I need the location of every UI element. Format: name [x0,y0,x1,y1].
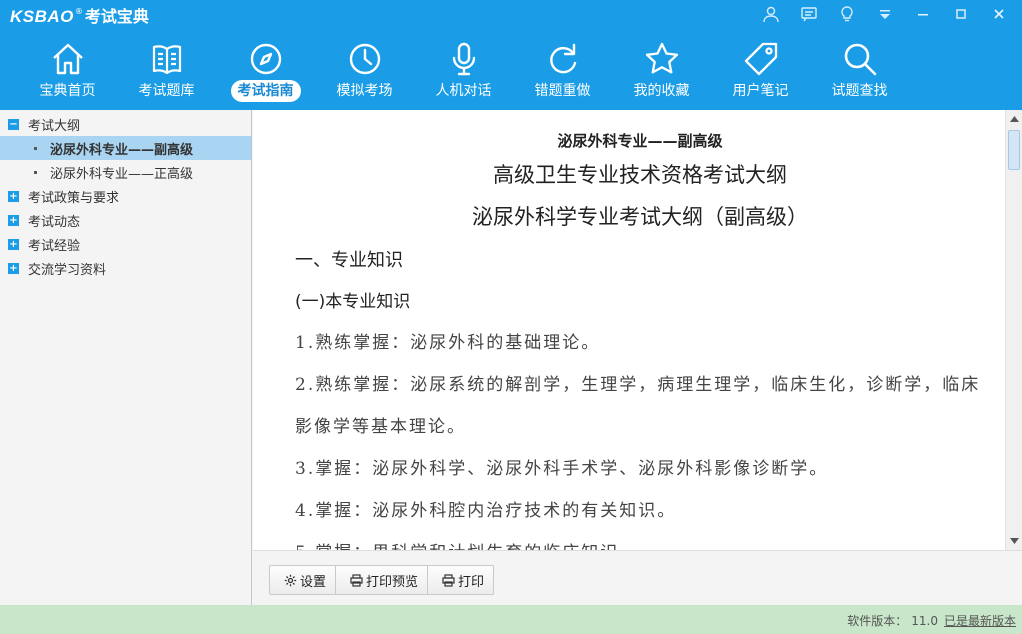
nav-home-label: 宝典首页 [39,83,96,99]
close-icon[interactable] [980,2,1018,26]
outline-item: 2.熟练掌握：泌尿系统的解剖学，生理学，病理生理学，临床生化，诊断学，临床影像学… [295,375,981,437]
window-controls [752,2,1018,26]
app-logo: KSBAO ® 考试宝典 [10,3,149,27]
app-header: KSBAO ® 考试宝典 宝典首页 考试题库 考试指南 模拟考场 人机对话 错题… [0,0,1022,110]
nav-question-bank-label: 考试题库 [138,83,195,99]
tree-item-associate-senior[interactable]: 泌尿外科专业——副高级 [0,136,251,160]
redo-icon [549,43,576,74]
outline-item: 3.掌握：泌尿外科学、泌尿外科手术学、泌尿外科影像诊断学。 [295,459,829,479]
tree-item-materials[interactable]: + 交流学习资料 [0,256,251,280]
tree-item-label: 交流学习资料 [28,262,107,278]
print-preview-button[interactable]: 打印预览 [336,566,429,594]
section-heading: 一、专业知识 [295,250,403,271]
tree-item-news[interactable]: + 考试动态 [0,208,251,232]
subsection-heading: (一)本专业知识 [295,292,411,312]
dropdown-icon[interactable] [866,2,904,26]
tree-item-experience[interactable]: + 考试经验 [0,232,251,256]
logo-text-cn: 考试宝典 [84,7,149,26]
document-title-secondary: 泌尿外科学专业考试大纲（副高级） [472,205,808,229]
nav-favorites[interactable]: 我的收藏 [612,38,711,106]
tree-item-exam-outline[interactable]: − 考试大纲 [0,112,251,136]
maximize-icon[interactable] [942,2,980,26]
document-viewer: 泌尿外科专业——副高级 高级卫生专业技术资格考试大纲 泌尿外科学专业考试大纲（副… [253,110,1022,550]
chevron-up-icon [1009,116,1019,122]
scroll-up-button[interactable] [1006,111,1022,127]
compass-icon [250,43,281,75]
expand-icon[interactable]: + [8,214,19,226]
scroll-thumb[interactable] [1008,130,1020,170]
printer-icon [442,573,455,587]
gear-icon [284,574,297,586]
nav-dialogue[interactable]: 人机对话 [414,38,513,106]
print-preview-label: 打印预览 [366,574,419,590]
nav-dialogue-label: 人机对话 [435,83,492,99]
tree-item-label: 考试大纲 [28,118,81,134]
status-bar: 软件版本： 11.0 已是最新版本 [0,605,1022,634]
microphone-icon [452,42,475,76]
tree-item-label: 考试政策与要求 [28,190,120,206]
version-info: 软件版本： 11.0 已是最新版本 [847,605,1016,634]
version-label: 软件版本： [847,614,908,628]
nav-redo-mistakes[interactable]: 错题重做 [513,38,612,106]
print-button[interactable]: 打印 [428,566,493,594]
settings-button[interactable]: 设置 [270,566,337,594]
nav-redo-mistakes-label: 错题重做 [534,83,591,99]
message-icon[interactable] [790,2,828,26]
bullet-icon [34,170,37,174]
bottom-toolbar: 设置 打印预览 打印 [253,550,1022,605]
clock-icon [349,43,380,75]
document-subtitle: 泌尿外科专业——副高级 [557,132,723,150]
print-label: 打印 [458,574,485,590]
nav-exam-guide-label: 考试指南 [230,80,301,102]
bullet-icon [34,146,37,150]
nav-search-questions-label: 试题查找 [831,83,888,99]
tag-icon [744,42,777,76]
vertical-scrollbar[interactable] [1005,110,1022,550]
nav-question-bank[interactable]: 考试题库 [117,38,216,106]
tree-item-label: 考试经验 [28,238,81,254]
tree-item-label: 泌尿外科专业——副高级 [50,142,194,158]
user-icon[interactable] [752,2,790,26]
home-icon [52,43,83,75]
tree-item-senior[interactable]: 泌尿外科专业——正高级 [0,160,251,184]
nav-favorites-label: 我的收藏 [633,83,690,99]
logo-registered-mark: ® [74,7,83,16]
sidebar-tree: − 考试大纲 泌尿外科专业——副高级 泌尿外科专业——正高级 + 考试政策与要求… [0,110,252,605]
nav-user-notes-label: 用户笔记 [732,83,789,99]
nav-exam-guide[interactable]: 考试指南 [216,38,315,106]
toolbar-button-group: 设置 打印预览 打印 [269,565,495,595]
tree-item-policy[interactable]: + 考试政策与要求 [0,184,251,208]
expand-icon[interactable]: + [8,262,19,274]
tree-item-label: 考试动态 [28,214,81,230]
outline-item: 5.掌握：男科学和计划生育的临床知识。 [295,532,985,550]
outline-item: 1.熟练掌握：泌尿外科的基础理论。 [295,333,601,353]
document-title: 高级卫生专业技术资格考试大纲 [493,163,787,187]
main-nav: 宝典首页 考试题库 考试指南 模拟考场 人机对话 错题重做 我的收藏 用户笔记 [18,38,909,106]
book-icon [152,45,181,75]
document-body: 泌尿外科专业——副高级 高级卫生专业技术资格考试大纲 泌尿外科学专业考试大纲（副… [295,128,985,550]
logo-text-en: KSBAO [10,7,74,26]
collapse-icon[interactable]: − [8,118,19,130]
nav-user-notes[interactable]: 用户笔记 [711,38,810,106]
bulb-icon[interactable] [828,2,866,26]
version-value: 11.0 [911,614,938,628]
nav-home[interactable]: 宝典首页 [18,38,117,106]
scroll-down-button[interactable] [1006,533,1022,549]
star-icon [645,42,678,74]
minimize-icon[interactable] [904,2,942,26]
chevron-down-icon [1009,538,1019,544]
printer-icon [350,573,363,587]
expand-icon[interactable]: + [8,190,19,202]
expand-icon[interactable]: + [8,238,19,250]
nav-mock-exam-label: 模拟考场 [336,83,393,99]
search-icon [844,43,876,76]
nav-search-questions[interactable]: 试题查找 [810,38,909,106]
nav-mock-exam[interactable]: 模拟考场 [315,38,414,106]
tree-item-label: 泌尿外科专业——正高级 [50,166,194,182]
update-status-link[interactable]: 已是最新版本 [944,614,1016,628]
outline-item: 4.掌握：泌尿外科腔内治疗技术的有关知识。 [295,501,677,521]
settings-label: 设置 [300,574,327,590]
